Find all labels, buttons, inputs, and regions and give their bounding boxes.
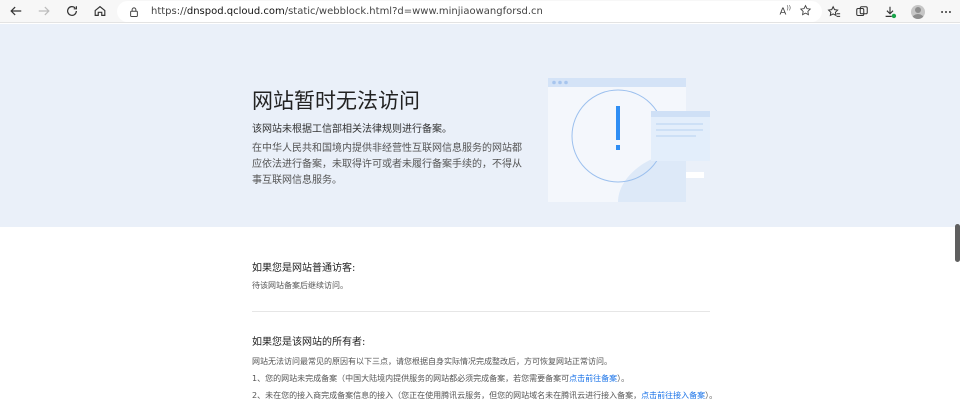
register-link[interactable]: 点击前往备案 <box>569 374 617 383</box>
hero-description: 在中华人民共和国境内提供非经营性互联网信息服务的网站都应依法进行备案，未取得许可… <box>252 143 522 186</box>
hero-subtitle: 该网站未根据工信部相关法律规则进行备案。 <box>252 124 452 135</box>
owner-section: 如果您是该网站的所有者: 网站无法访问最常见的原因有以下三点，请您根据自身实际情… <box>252 333 722 401</box>
scrollbar-thumb[interactable] <box>955 224 960 262</box>
refresh-icon[interactable] <box>60 0 84 23</box>
favorites-icon[interactable] <box>820 0 848 23</box>
collections-icon[interactable] <box>848 0 876 23</box>
visitor-text: 待该网站备案后继续访问。 <box>252 281 348 290</box>
section-divider <box>252 311 710 312</box>
add-favorite-icon[interactable] <box>799 4 812 20</box>
owner-intro: 网站无法访问最常见的原因有以下三点，请您根据自身实际情况完成整改后，方可恢复网站… <box>252 357 612 366</box>
visitor-section: 如果您是网站普通访客: 待该网站备案后继续访问。 <box>252 259 710 291</box>
read-aloud-icon[interactable]: A)) <box>779 5 791 17</box>
hero-banner: 网站暂时无法访问 该网站未根据工信部相关法律规则进行备案。 在中华人民共和国境内… <box>0 24 960 227</box>
visitor-title: 如果您是网站普通访客: <box>252 263 356 274</box>
owner-item-1: 1、您的网站未完成备案（中国大陆境内提供服务的网站都必须完成备案，若您需要备案可… <box>252 374 630 383</box>
avatar <box>911 4 925 19</box>
forward-arrow-icon[interactable] <box>32 0 56 23</box>
home-icon[interactable] <box>88 0 112 23</box>
downloads-icon[interactable] <box>876 0 904 23</box>
more-menu-icon[interactable] <box>932 0 960 23</box>
address-bar[interactable]: https://dnspod.qcloud.com/static/webbloc… <box>117 1 822 22</box>
owner-title: 如果您是该网站的所有者: <box>252 337 366 348</box>
access-register-link[interactable]: 点击前往接入备案 <box>641 391 705 400</box>
page-title: 网站暂时无法访问 <box>252 89 420 113</box>
browser-toolbar: https://dnspod.qcloud.com/static/webbloc… <box>0 0 960 23</box>
owner-item-2: 2、未在您的接入商完成备案信息的接入（您正在使用腾讯云服务，但您的网站域名未在腾… <box>252 391 718 400</box>
profile-button[interactable] <box>904 0 932 23</box>
url-text[interactable]: https://dnspod.qcloud.com/static/webbloc… <box>151 6 543 17</box>
lock-icon[interactable] <box>128 6 142 18</box>
back-arrow-icon[interactable] <box>4 0 28 23</box>
blocked-illustration-icon <box>548 78 710 202</box>
